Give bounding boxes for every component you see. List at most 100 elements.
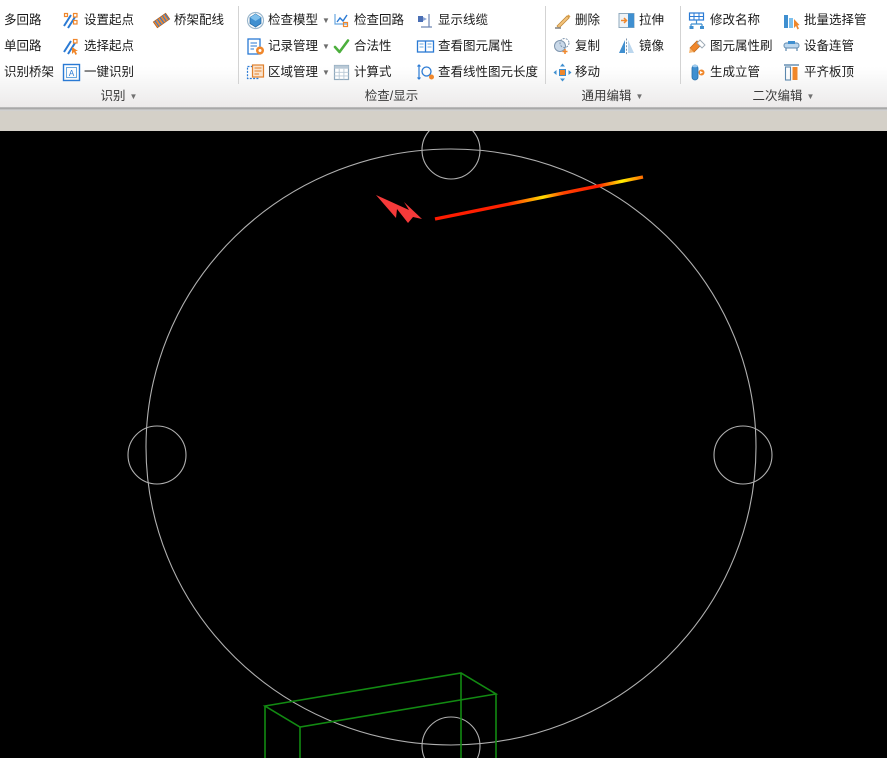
command-single-loop[interactable]: 单回路 (0, 34, 42, 58)
command-label: 单回路 (4, 38, 42, 53)
group-label-text: 二次编辑 (752, 89, 803, 103)
command-label: 设备连管 (804, 38, 855, 53)
svg-text:A: A (69, 69, 75, 78)
command-label: 生成立管 (710, 64, 761, 79)
command-label: 一键识别 (84, 64, 135, 79)
command-set-start-point[interactable]: 设置起点 (62, 8, 134, 32)
command-label: 识别桥架 (4, 64, 55, 79)
viewport-scene (127, 131, 773, 758)
chevron-down-icon: ▼ (129, 92, 138, 102)
command-generate-riser[interactable]: 生成立管 (688, 60, 760, 84)
reference-geometry (127, 131, 773, 758)
command-label: 记录管理 (268, 38, 319, 53)
command-one-click-identify[interactable]: A 一键识别 (62, 60, 134, 84)
command-rename[interactable]: 修改名称 (688, 8, 760, 32)
align-slab-icon (782, 63, 801, 82)
command-legality[interactable]: 合法性 (332, 34, 392, 58)
command-show-cable[interactable]: 显示线缆 (416, 8, 488, 32)
application-window: 多回路 单回路 识别桥架 设置起点 选择起点 A 一键识别 桥架配线 识别 ▼ … (0, 0, 887, 758)
command-mirror[interactable]: 镜像 (617, 34, 664, 58)
command-multi-loop[interactable]: 多回路 (0, 8, 42, 32)
device-connect-icon (782, 37, 801, 56)
single-loop-icon (0, 37, 1, 56)
cad-3d-viewport[interactable] (0, 131, 887, 758)
command-label: 移动 (575, 64, 601, 79)
command-label: 镜像 (639, 38, 665, 53)
one-click-icon: A (62, 63, 81, 82)
command-label: 区域管理 (268, 64, 319, 79)
command-label: 计算式 (354, 64, 392, 79)
annotation-arrow (376, 195, 422, 223)
command-tray-wiring[interactable]: 桥架配线 (152, 8, 224, 32)
command-label: 多回路 (4, 12, 42, 27)
chevron-down-icon: ▼ (635, 92, 644, 102)
ribbon-group-label-identify[interactable]: 识别 ▼ (0, 85, 238, 104)
view-length-icon (416, 63, 435, 82)
command-record-management[interactable]: 记录管理 ▼ (246, 34, 330, 58)
command-label: 合法性 (354, 38, 392, 53)
command-check-loop[interactable]: 检查回路 (332, 8, 404, 32)
ribbon-group-inspect-display: 检查模型 ▼ 记录管理 ▼ 区域管理 ▼ 检查回路 合法性 计算式 显示线缆 查… (238, 0, 545, 108)
chevron-down-icon[interactable]: ▼ (322, 16, 330, 25)
ribbon-group-label-general-edit[interactable]: 通用编辑 ▼ (545, 85, 680, 104)
group-label-text: 通用编辑 (581, 89, 632, 103)
chevron-down-icon: ▼ (806, 92, 815, 102)
node-bottom-circle (421, 716, 481, 758)
command-label: 选择起点 (84, 38, 135, 53)
check-loop-icon (332, 11, 351, 30)
command-region-management[interactable]: 区域管理 ▼ (246, 60, 330, 84)
command-identify-tray[interactable]: 识别桥架 (0, 60, 54, 84)
ribbon-group-identify: 多回路 单回路 识别桥架 设置起点 选择起点 A 一键识别 桥架配线 识别 ▼ (0, 0, 238, 108)
command-property-brush[interactable]: 图元属性刷 (688, 34, 773, 58)
multi-loop-icon (0, 11, 1, 30)
command-calc-formula[interactable]: 计算式 (332, 60, 392, 84)
identify-tray-icon (0, 63, 1, 82)
command-label: 图元属性刷 (710, 38, 773, 53)
copy-icon (553, 37, 572, 56)
command-label: 检查模型 (268, 12, 319, 27)
command-label: 复制 (575, 38, 601, 53)
region-mgmt-icon (246, 63, 265, 82)
command-move[interactable]: 移动 (553, 60, 600, 84)
command-view-entity-prop[interactable]: 查看图元属性 (416, 34, 513, 58)
command-label: 桥架配线 (174, 12, 225, 27)
window-chrome-gap (0, 111, 887, 131)
node-right-circle (713, 425, 773, 485)
ribbon-group-label-secondary-edit[interactable]: 二次编辑 ▼ (680, 85, 887, 104)
ribbon-group-label-inspect-display: 检查/显示 (238, 85, 545, 104)
command-batch-select-pipe[interactable]: 批量选择管 (782, 8, 867, 32)
record-mgmt-icon (246, 37, 265, 56)
command-label: 检查回路 (354, 12, 405, 27)
command-label: 设置起点 (84, 12, 135, 27)
group-label-text: 检查/显示 (364, 89, 419, 103)
legality-check-icon (332, 37, 351, 56)
solid-box-wireframe[interactable] (262, 672, 499, 758)
command-label: 查看图元属性 (438, 38, 514, 53)
command-label: 平齐板顶 (804, 64, 855, 79)
diagonal-cable-segment[interactable] (434, 175, 644, 221)
command-label: 批量选择管 (804, 12, 867, 27)
view-prop-icon (416, 37, 435, 56)
command-label: 拉伸 (639, 12, 665, 27)
command-label: 查看线性图元长度 (438, 64, 539, 79)
ribbon-group-secondary-edit: 修改名称 图元属性刷 生成立管 批量选择管 设备连管 平齐板顶 二次编辑 ▼ (680, 0, 887, 108)
command-view-linear-length[interactable]: 查看线性图元长度 (416, 60, 538, 84)
command-select-start-point[interactable]: 选择起点 (62, 34, 134, 58)
rename-icon (688, 11, 707, 30)
mirror-icon (617, 37, 636, 56)
command-delete[interactable]: 删除 (553, 8, 600, 32)
chevron-down-icon[interactable]: ▼ (322, 68, 330, 77)
command-check-model[interactable]: 检查模型 ▼ (246, 8, 330, 32)
node-top-circle (421, 131, 481, 180)
move-icon (553, 63, 572, 82)
delete-icon (553, 11, 572, 30)
select-start-icon (62, 37, 81, 56)
command-align-slab-top[interactable]: 平齐板顶 (782, 60, 854, 84)
ribbon-toolbar: 多回路 单回路 识别桥架 设置起点 选择起点 A 一键识别 桥架配线 识别 ▼ … (0, 0, 887, 108)
chevron-down-icon[interactable]: ▼ (322, 42, 330, 51)
command-device-connect[interactable]: 设备连管 (782, 34, 854, 58)
check-model-icon (246, 11, 265, 30)
command-stretch[interactable]: 拉伸 (617, 8, 664, 32)
command-copy[interactable]: 复制 (553, 34, 600, 58)
generate-riser-icon (688, 63, 707, 82)
